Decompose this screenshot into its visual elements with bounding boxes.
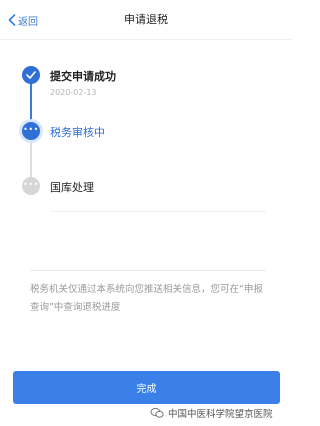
ellipsis-icon: ••• <box>23 124 39 134</box>
ellipsis-icon: ••• <box>23 179 39 189</box>
step-date-1: 2020-02-13 <box>50 88 97 97</box>
divider <box>30 270 266 271</box>
notice-text: 税务机关仅通过本系统向您推送相关信息，您可在“申报查询”中查询退税进度 <box>30 284 263 313</box>
watermark: 中国中医科学院望京医院 <box>150 404 273 422</box>
step-title-1: 提交申请成功 <box>50 70 116 83</box>
page-title: 申请退税 <box>124 13 168 26</box>
divider <box>50 211 266 212</box>
nav-bar: 返回 申请退税 <box>0 0 292 40</box>
step-pending-dot: ••• <box>22 177 40 195</box>
step-done-dot <box>22 66 40 84</box>
watermark-text: 中国中医科学院望京医院 <box>168 409 273 420</box>
wechat-icon <box>150 407 164 418</box>
check-icon <box>26 71 36 79</box>
step-title-3: 国库处理 <box>50 181 94 194</box>
step-title-2: 税务审核中 <box>50 126 105 139</box>
screen: 返回 申请退税 提交申请成功 2020-02-13 ••• 税务审核中 ••• … <box>0 0 292 426</box>
done-button[interactable]: 完成 <box>13 371 280 404</box>
step-active-dot: ••• <box>22 122 40 140</box>
